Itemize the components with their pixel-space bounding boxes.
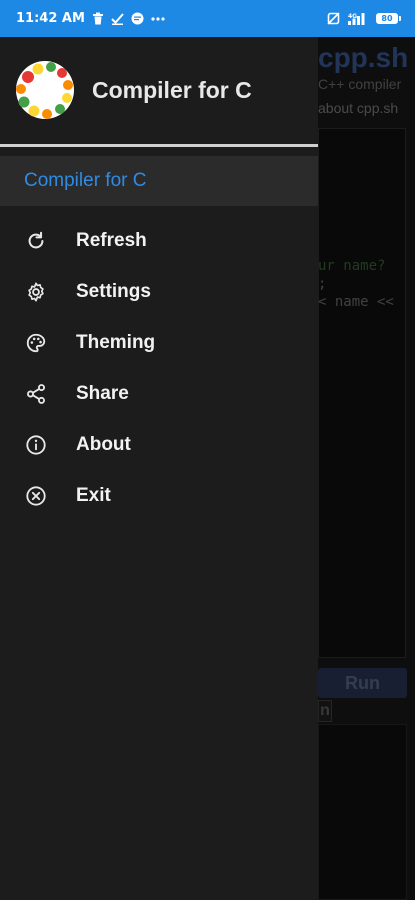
battery-icon: 80 xyxy=(376,13,401,24)
drawer-header: Compiler for C xyxy=(0,37,318,145)
info-icon xyxy=(24,433,48,457)
header-divider xyxy=(0,144,318,147)
drawer-item-label: Share xyxy=(76,382,129,404)
drawer-item-share[interactable]: Share xyxy=(0,368,318,419)
status-time: 11:42 AM xyxy=(16,11,85,26)
app-logo-icon xyxy=(16,61,74,119)
more-dots-icon xyxy=(151,16,165,21)
drawer-item-about[interactable]: About xyxy=(0,419,318,470)
close-circle-icon xyxy=(24,484,48,508)
drawer-item-label: Compiler for C xyxy=(24,170,147,191)
drawer-menu: Refresh Settings Theming Share About Exi… xyxy=(0,215,318,521)
checkmark-icon xyxy=(111,12,124,25)
drawer-item-refresh[interactable]: Refresh xyxy=(0,215,318,266)
battery-level: 80 xyxy=(381,13,393,23)
share-icon xyxy=(24,382,48,406)
trash-icon xyxy=(92,12,104,25)
signal-icon: 4G xyxy=(348,12,368,25)
drawer-item-theming[interactable]: Theming xyxy=(0,317,318,368)
drawer-item-exit[interactable]: Exit xyxy=(0,470,318,521)
drawer-app-name: Compiler for C xyxy=(92,77,252,103)
status-bar: 11:42 AM 4G 80 xyxy=(0,0,415,37)
screen-rotate-icon xyxy=(327,12,340,25)
drawer-item-label: Exit xyxy=(76,484,111,506)
chat-icon xyxy=(131,12,144,25)
refresh-icon xyxy=(24,229,48,253)
drawer-item-label: About xyxy=(76,433,131,455)
svg-text:4G: 4G xyxy=(348,13,357,20)
palette-icon xyxy=(24,331,48,355)
navigation-drawer: Compiler for C Compiler for C Refresh Se… xyxy=(0,37,318,900)
drawer-item-compiler[interactable]: Compiler for C xyxy=(0,156,318,206)
gear-icon xyxy=(24,280,48,304)
drawer-item-label: Theming xyxy=(76,331,156,353)
drawer-item-label: Refresh xyxy=(76,229,147,251)
drawer-item-settings[interactable]: Settings xyxy=(0,266,318,317)
drawer-item-label: Settings xyxy=(76,280,151,302)
